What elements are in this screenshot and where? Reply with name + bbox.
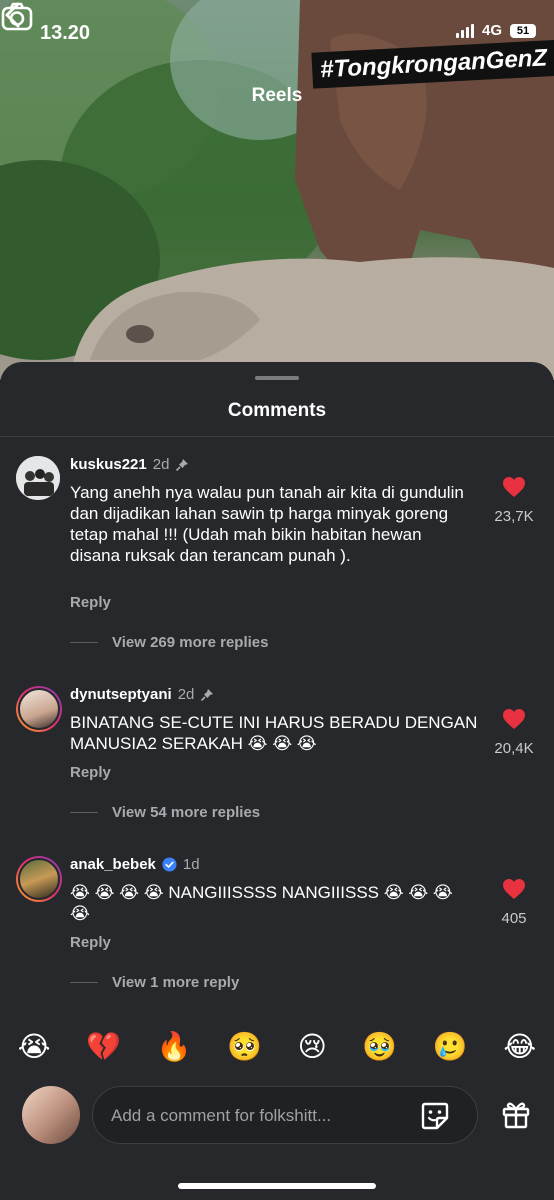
emoji-button[interactable]: 😂 — [503, 1030, 536, 1063]
comments-sheet: Comments kuskus221 2d Yang anehh nya wal… — [0, 362, 554, 1200]
like-count: 405 — [501, 910, 527, 927]
status-indicators: 4G 51 — [455, 22, 536, 39]
emoji-button[interactable]: 🔥 — [157, 1030, 192, 1063]
like-button[interactable]: 20,4K — [490, 708, 538, 757]
view-more-replies-label: View 54 more replies — [112, 804, 261, 821]
comment-meta: kuskus221 2d — [70, 456, 189, 473]
reply-button[interactable]: Reply — [70, 934, 111, 951]
comment-time: 2d — [152, 456, 170, 473]
view-more-replies-label: View 1 more reply — [112, 974, 240, 991]
avatar[interactable] — [16, 456, 60, 500]
signal-icon — [455, 23, 474, 38]
heart-icon — [503, 477, 525, 497]
divider — [0, 436, 554, 437]
emoji-button[interactable]: 😢 — [298, 1030, 327, 1063]
verified-badge-icon — [162, 857, 177, 872]
comment-text: BINATANG SE-CUTE INI HARUS BERADU DENGAN… — [70, 713, 478, 753]
avatar-image — [18, 688, 60, 730]
pin-icon — [201, 688, 214, 701]
view-more-replies-button[interactable]: View 1 more reply — [70, 974, 239, 991]
view-more-replies-button[interactable]: View 269 more replies — [70, 634, 268, 651]
comment-time: 1d — [182, 856, 200, 873]
network-label: 4G — [481, 22, 502, 39]
comment-username[interactable]: dynutseptyani — [70, 686, 172, 703]
reel-video[interactable]: 13.20 4G 51 #TongkronganGenZ Reels — [0, 0, 554, 380]
emoji-button[interactable]: 🥲 — [433, 1030, 468, 1063]
avatar-image — [18, 858, 60, 900]
like-button[interactable]: 23,7K — [490, 476, 538, 525]
sticker-icon[interactable] — [419, 1100, 451, 1132]
comment-input-container[interactable] — [92, 1086, 478, 1144]
view-more-replies-label: View 269 more replies — [112, 634, 269, 651]
gift-icon[interactable] — [500, 1098, 532, 1130]
pin-icon — [176, 458, 189, 471]
sheet-drag-handle[interactable] — [255, 376, 299, 380]
avatar[interactable] — [16, 856, 62, 902]
replies-line — [70, 982, 98, 983]
battery-icon: 51 — [510, 23, 536, 38]
replies-line — [70, 642, 98, 643]
comment-meta: dynutseptyani 2d — [70, 686, 214, 703]
comment-text: 😭 😭 😭 😭 NANGIIISSSS NANGIIISSS 😭 😭 😭 😭 — [70, 883, 453, 923]
view-more-replies-button[interactable]: View 54 more replies — [70, 804, 260, 821]
my-avatar[interactable] — [22, 1086, 80, 1144]
like-count: 23,7K — [494, 508, 534, 525]
comment-text: Yang anehh nya walau pun tanah air kita … — [70, 483, 464, 565]
comment-input[interactable] — [109, 1101, 413, 1131]
emoji-button[interactable]: 💔 — [86, 1030, 121, 1063]
reply-button[interactable]: Reply — [70, 594, 111, 611]
comment-meta: anak_bebek 1d — [70, 856, 200, 873]
heart-icon — [503, 709, 525, 729]
replies-line — [70, 812, 98, 813]
emoji-button[interactable]: 😭 — [18, 1030, 51, 1063]
emoji-button[interactable]: 🥹 — [362, 1030, 397, 1063]
reply-button[interactable]: Reply — [70, 764, 111, 781]
comment-time: 2d — [177, 686, 195, 703]
like-count: 20,4K — [494, 740, 534, 757]
comments-title: Comments — [227, 400, 327, 421]
comment-composer — [0, 1080, 554, 1150]
emoji-quick-bar: 😭 💔 🔥 🥺 😢 🥹 🥲 😂 — [0, 1024, 554, 1068]
page-title: Reels — [251, 85, 303, 106]
home-indicator[interactable] — [178, 1183, 376, 1189]
heart-icon — [503, 879, 525, 899]
status-time: 13.20 — [40, 22, 91, 44]
avatar-image — [16, 456, 60, 500]
like-button[interactable]: 405 — [490, 878, 538, 927]
comment-username[interactable]: anak_bebek — [70, 856, 156, 873]
emoji-button[interactable]: 🥺 — [227, 1030, 262, 1063]
avatar[interactable] — [16, 686, 62, 732]
camera-icon[interactable] — [0, 0, 34, 34]
comment-username[interactable]: kuskus221 — [70, 456, 147, 473]
